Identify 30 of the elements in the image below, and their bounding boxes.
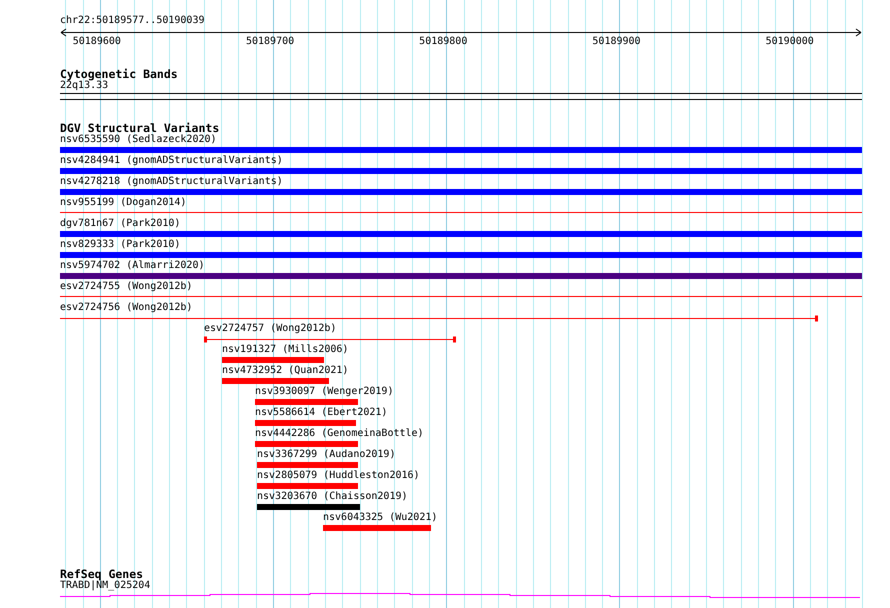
ruler-tick-label: 50189700 bbox=[246, 36, 294, 48]
ruler-tick-label: 50189600 bbox=[72, 36, 121, 48]
ruler-tick-label: 50189800 bbox=[419, 36, 468, 48]
variant-label: nsv4442286 (GenomeinaBottle) bbox=[255, 428, 424, 440]
track-title: Cytogenetic Bands bbox=[60, 68, 178, 80]
ruler-tick-label: 50190000 bbox=[766, 36, 814, 48]
variant-label: nsv4278218 (gnomADStructuralVariants) bbox=[60, 176, 283, 188]
variant-label: dgv781n67 (Park2010) bbox=[60, 218, 180, 230]
track-title: DGV Structural Variants bbox=[60, 122, 220, 134]
variant-label: nsv3930097 (Wenger2019) bbox=[255, 386, 394, 398]
variant-label: nsv955199 (Dogan2014) bbox=[60, 197, 186, 209]
variant-label: esv2724756 (Wong2012b) bbox=[60, 302, 192, 314]
ruler-tick-label: 50189900 bbox=[592, 36, 641, 48]
track-title: RefSeq Genes bbox=[60, 568, 144, 580]
region-label: chr22:50189577..50190039 bbox=[60, 15, 204, 27]
variant-label: nsv829333 (Park2010) bbox=[60, 239, 180, 251]
gene-label: TRABD|NM_025204 bbox=[60, 580, 150, 592]
variant-label: nsv3367299 (Audano2019) bbox=[257, 449, 396, 461]
variant-label: nsv5974702 (Almarri2020) bbox=[60, 260, 204, 272]
variant-label: nsv4284941 (gnomADStructuralVariants) bbox=[60, 155, 283, 167]
variant-label: nsv191327 (Mills2006) bbox=[222, 344, 348, 356]
variant-label: nsv4732952 (Quan2021) bbox=[222, 365, 348, 377]
variant-label: nsv6535590 (Sedlazeck2020) bbox=[60, 134, 217, 146]
variant-label: nsv3203670 (Chaisson2019) bbox=[257, 491, 408, 503]
variant-label: nsv2805079 (Huddleston2016) bbox=[257, 470, 420, 482]
variant-label: esv2724757 (Wong2012b) bbox=[204, 323, 336, 335]
variant-label: nsv6043325 (Wu2021) bbox=[323, 512, 438, 524]
variant-label: nsv5586614 (Ebert2021) bbox=[255, 407, 388, 419]
band-label: 22q13.33 bbox=[60, 80, 108, 92]
variant-label: esv2724755 (Wong2012b) bbox=[60, 281, 192, 293]
